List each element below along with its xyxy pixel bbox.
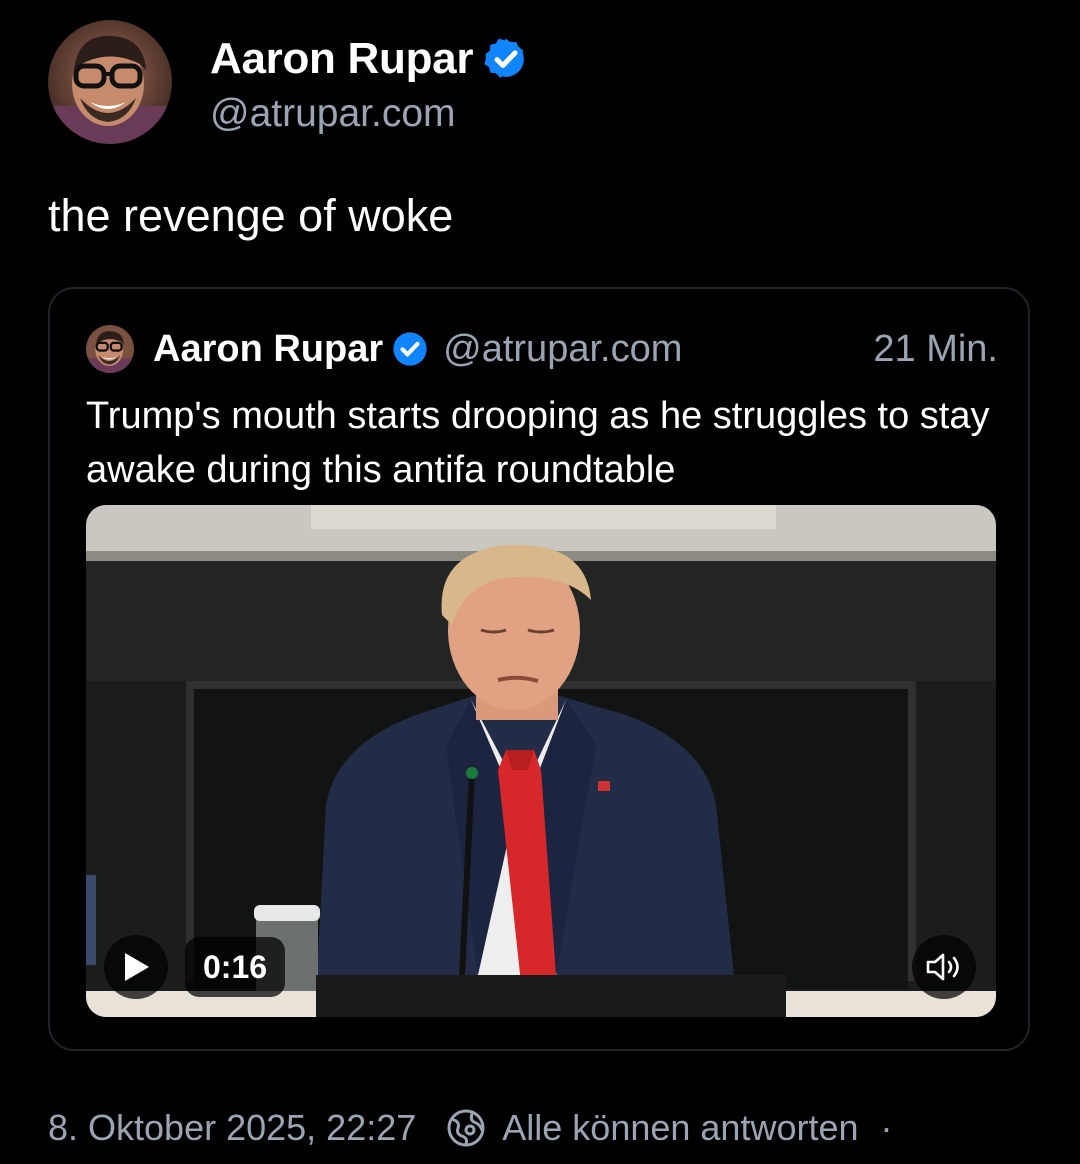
post-author-row: Aaron Rupar @atrupar.com (48, 20, 1028, 146)
quoted-post-time: 21 Min. (873, 327, 998, 370)
mute-button[interactable] (912, 935, 976, 999)
author-name[interactable]: Aaron Rupar (210, 34, 473, 84)
quoted-post-text: Trump's mouth starts drooping as he stru… (86, 395, 990, 491)
author-avatar[interactable] (48, 20, 172, 144)
post-text: the revenge of woke (48, 190, 454, 241)
play-icon (125, 953, 149, 981)
play-button[interactable] (104, 935, 168, 999)
quoted-post-card[interactable]: Aaron Rupar @atrupar.com 21 Min. Trump's… (48, 287, 1030, 1051)
reply-setting[interactable]: Alle können antworten (502, 1107, 858, 1149)
globe-icon (446, 1108, 486, 1148)
verified-badge-icon (483, 36, 529, 82)
verified-badge-icon (391, 330, 429, 368)
post-footer: 8. Oktober 2025, 22:27 Alle können antwo… (48, 1100, 893, 1156)
quoted-author-handle[interactable]: @atrupar.com (443, 328, 682, 371)
video-duration: 0:16 (185, 937, 286, 997)
author-handle[interactable]: @atrupar.com (210, 92, 456, 136)
quoted-post-header: Aaron Rupar @atrupar.com 21 Min. (86, 322, 998, 376)
speaker-icon (926, 953, 959, 981)
separator-dot: · (880, 1107, 893, 1148)
author-name-line: Aaron Rupar (210, 34, 529, 84)
quoted-author-name[interactable]: Aaron Rupar (153, 328, 383, 371)
post-timestamp: 8. Oktober 2025, 22:27 (48, 1107, 417, 1148)
video-player[interactable]: 0:16 (86, 505, 996, 1017)
quoted-author-avatar[interactable] (86, 325, 134, 373)
